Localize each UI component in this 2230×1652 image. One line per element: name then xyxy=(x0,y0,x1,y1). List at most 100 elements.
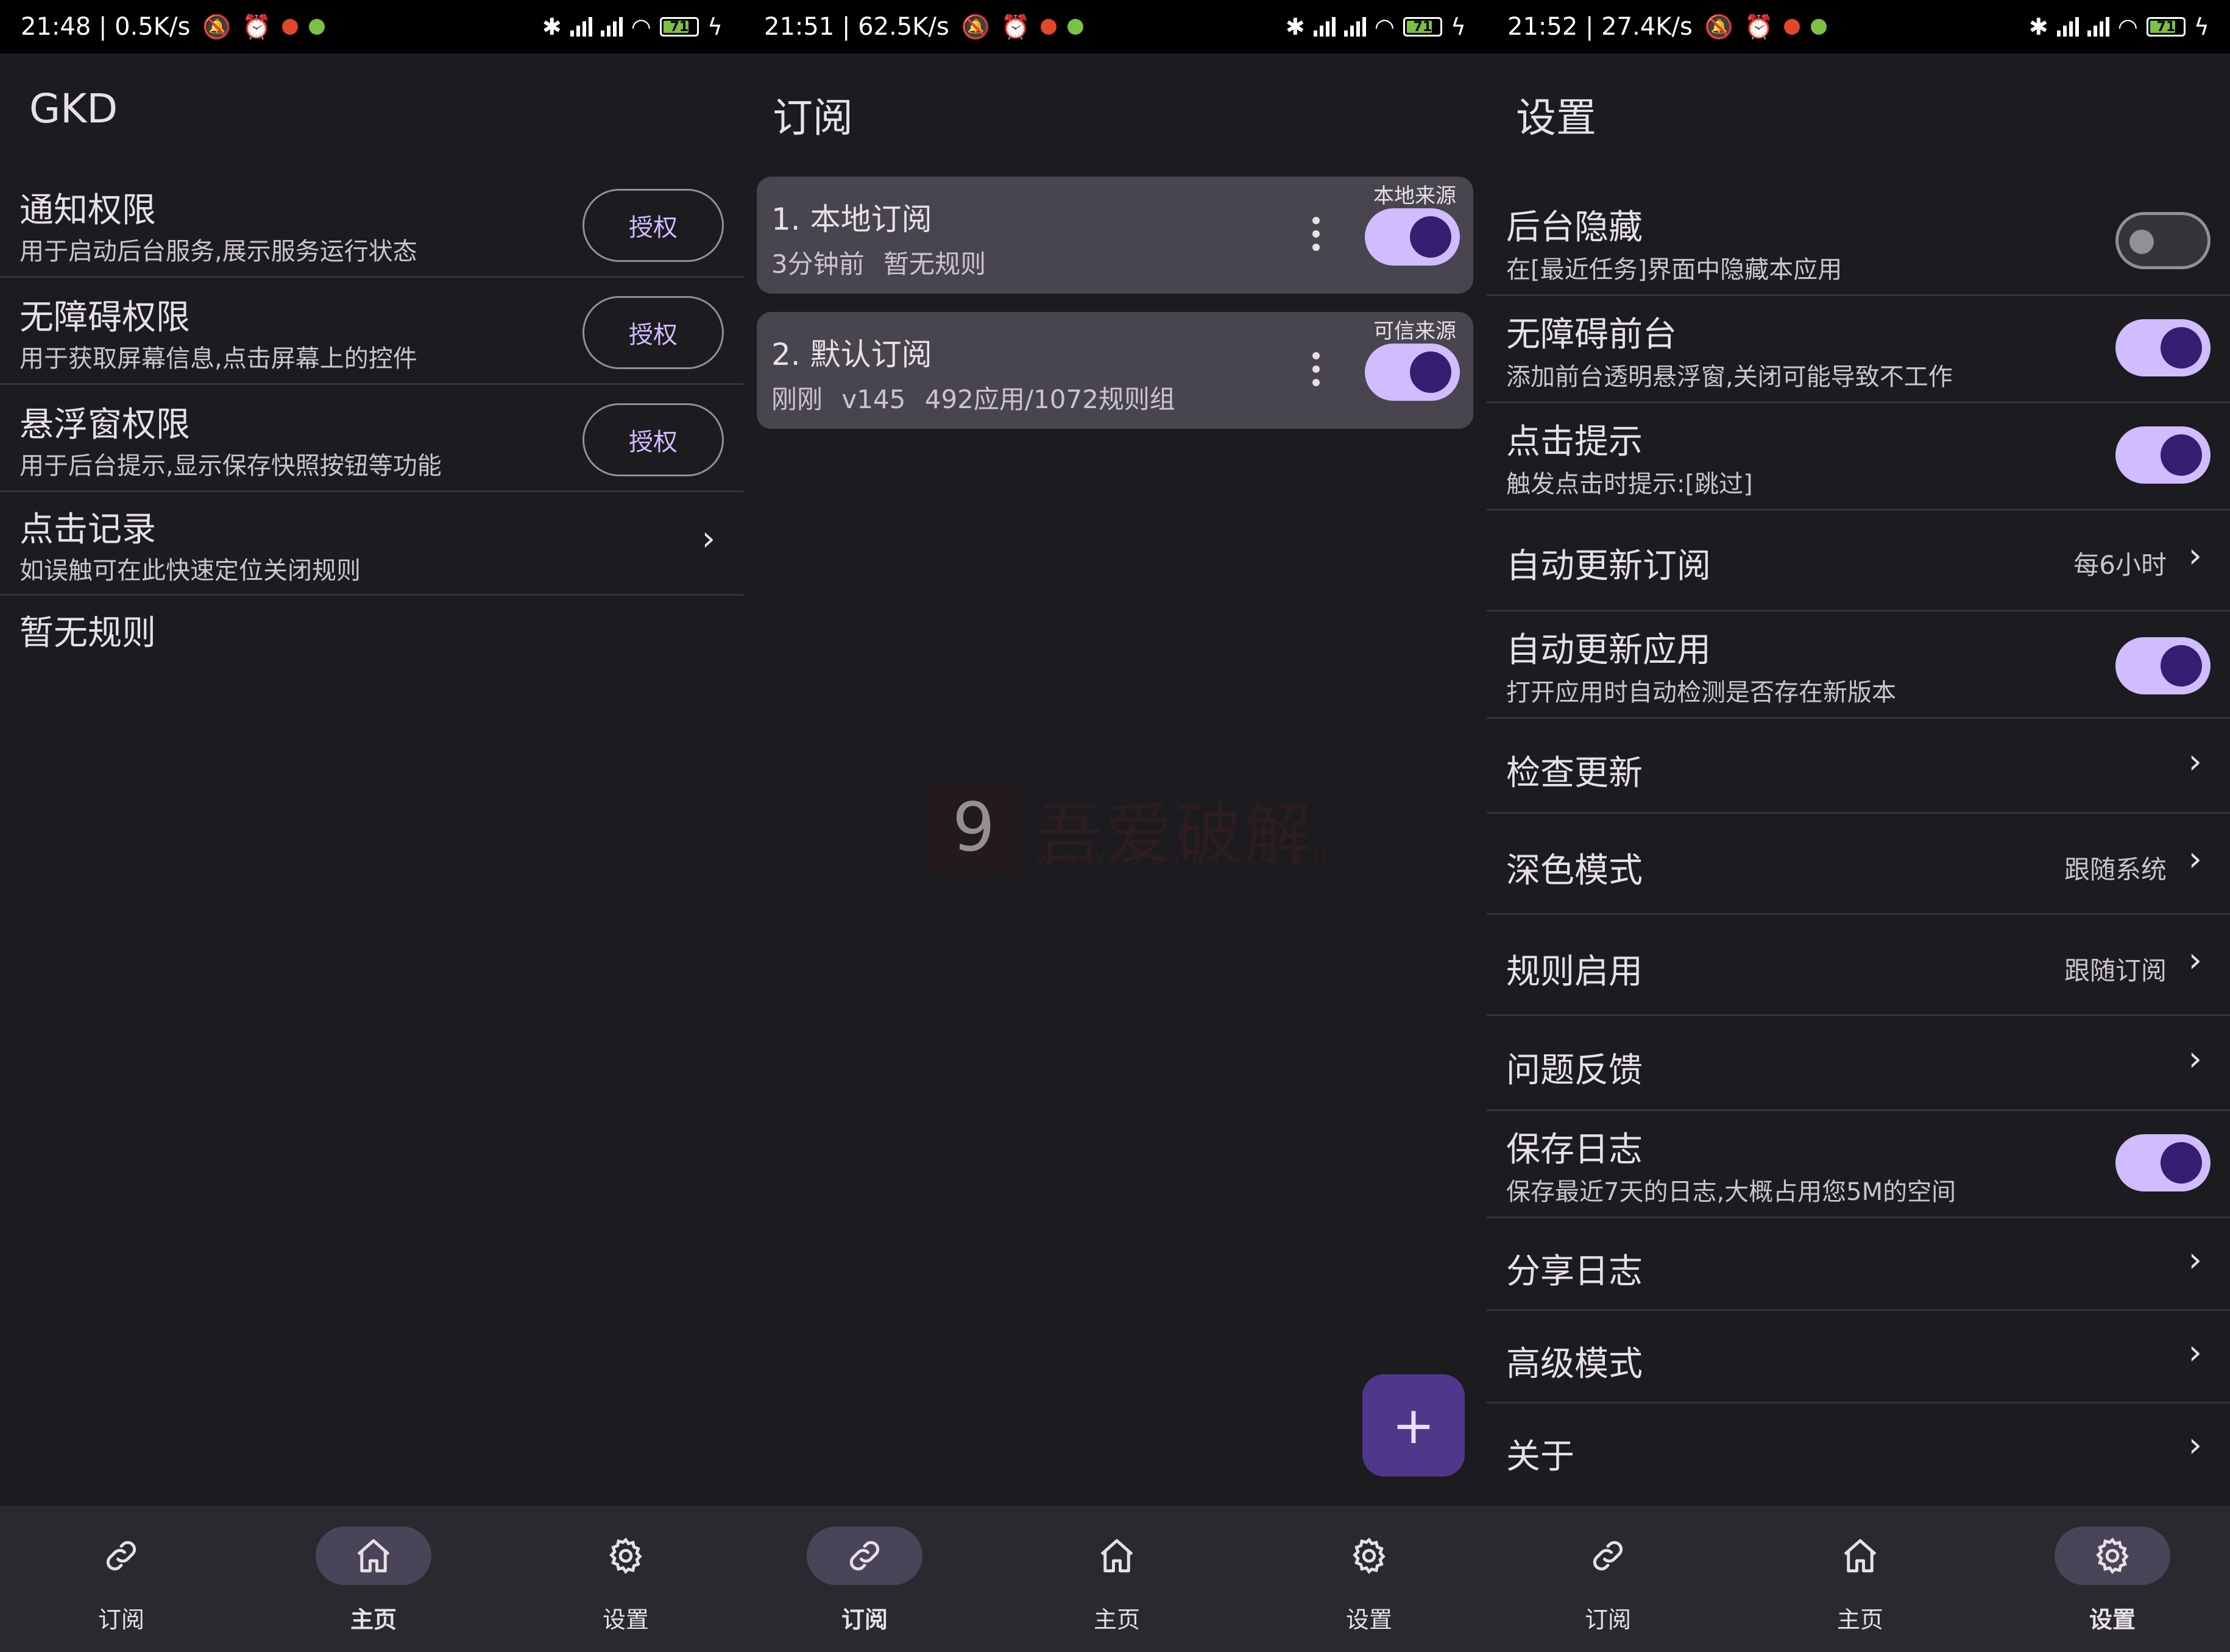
subscriptions-screen: 21:51 | 62.5K/s 🔕 ⏰ ✱ ◠ 71 ϟ 订阅 1. 本地订阅 … xyxy=(743,0,1487,1652)
permission-subtitle: 用于后台提示,显示保存快照按钮等功能 xyxy=(19,452,442,480)
save-log-toggle[interactable] xyxy=(2115,1134,2211,1191)
permission-row-accessibility: 无障碍权限 用于获取屏幕信息,点击屏幕上的控件 授权 xyxy=(0,278,743,385)
setting-accessibility-foreground[interactable]: 无障碍前台 添加前台透明悬浮窗,关闭可能导致不工作 xyxy=(1487,296,2230,403)
mute-icon: 🔕 xyxy=(1704,13,1734,40)
grant-overlay-button[interactable]: 授权 xyxy=(582,403,724,476)
nav-tab-subscriptions[interactable]: 订阅 xyxy=(39,1527,197,1636)
charging-icon: ϟ xyxy=(2193,13,2209,40)
setting-check-update[interactable]: 检查更新 › xyxy=(1487,719,2230,814)
signal-icon xyxy=(600,17,623,37)
chevron-right-icon: › xyxy=(2188,941,2202,980)
gear-icon xyxy=(1353,1537,1386,1574)
bottom-navigation: 订阅 主页 设置 xyxy=(1487,1506,2230,1652)
permission-row-notification: 通知权限 用于启动后台服务,展示服务运行状态 授权 xyxy=(0,171,743,278)
setting-about[interactable]: 关于 › xyxy=(1487,1403,2230,1496)
setting-share-log[interactable]: 分享日志 › xyxy=(1487,1218,2230,1311)
charging-icon: ϟ xyxy=(707,13,723,40)
page-title: 设置 xyxy=(1516,94,1596,141)
permission-title: 悬浮窗权限 xyxy=(19,405,190,445)
chevron-right-icon: › xyxy=(2188,1039,2202,1079)
wifi-icon: ◠ xyxy=(2117,13,2138,40)
notification-dot-icon xyxy=(1784,19,1800,35)
setting-auto-update-app[interactable]: 自动更新应用 打开应用时自动检测是否存在新版本 xyxy=(1487,612,2230,719)
alarm-icon: ⏰ xyxy=(242,13,271,40)
status-time: 21:51 | 62.5K/s xyxy=(764,13,949,41)
setting-save-log[interactable]: 保存日志 保存最近7天的日志,大概占用您5M的空间 xyxy=(1487,1111,2230,1218)
grant-accessibility-button[interactable]: 授权 xyxy=(582,296,724,369)
subscription-toggle[interactable] xyxy=(1365,344,1460,401)
home-icon xyxy=(1844,1539,1877,1573)
subscription-toggle[interactable] xyxy=(1365,208,1460,266)
setting-feedback[interactable]: 问题反馈 › xyxy=(1487,1016,2230,1111)
bluetooth-icon: ✱ xyxy=(542,13,562,40)
bottom-navigation: 订阅 主页 设置 xyxy=(0,1506,743,1652)
subscription-title: 2. 默认订阅 xyxy=(771,337,932,372)
alarm-icon: ⏰ xyxy=(1001,13,1030,40)
wifi-icon: ◠ xyxy=(1374,13,1395,40)
notification-dot-icon xyxy=(1041,19,1057,35)
chevron-right-icon: › xyxy=(2188,1333,2202,1372)
mute-icon: 🔕 xyxy=(202,13,232,40)
click-hint-toggle[interactable] xyxy=(2115,426,2211,484)
nav-tab-home[interactable]: 主页 xyxy=(291,1527,450,1636)
subscription-card-default[interactable]: 2. 默认订阅 刚刚 v145 492应用/1072规则组 可信来源 xyxy=(757,312,1473,429)
status-time: 21:52 | 27.4K/s xyxy=(1507,13,1693,41)
link-icon xyxy=(1593,1541,1623,1571)
permission-title: 通知权限 xyxy=(19,191,156,230)
home-icon xyxy=(1100,1539,1133,1573)
hide-background-toggle[interactable] xyxy=(2115,212,2211,269)
app-notification-icon xyxy=(309,19,325,35)
nav-tab-home[interactable]: 主页 xyxy=(1035,1527,1193,1636)
nav-tab-settings[interactable]: 设置 xyxy=(543,1527,702,1636)
signal-icon xyxy=(1313,17,1336,37)
settings-screen: 21:52 | 27.4K/s 🔕 ⏰ ✱ ◠ 71 ϟ 设置 后台隐藏 在[最… xyxy=(1487,0,2230,1652)
nav-tab-settings[interactable]: 设置 xyxy=(1287,1527,1445,1636)
status-time: 21:48 | 0.5K/s xyxy=(21,13,191,41)
setting-hide-background[interactable]: 后台隐藏 在[最近任务]界面中隐藏本应用 xyxy=(1487,189,2230,296)
subscription-subtitle: 刚刚 v145 492应用/1072规则组 xyxy=(771,384,1175,414)
watermark-logo: 9 xyxy=(926,780,1021,875)
click-log-title: 点击记录 xyxy=(19,510,156,549)
add-subscription-button[interactable]: + xyxy=(1362,1374,1465,1477)
more-options-icon[interactable] xyxy=(1312,217,1321,251)
signal-icon xyxy=(2056,17,2079,37)
chevron-right-icon: › xyxy=(2188,536,2202,576)
nav-tab-settings[interactable]: 设置 xyxy=(2030,1527,2189,1636)
nav-tab-home[interactable]: 主页 xyxy=(1778,1527,1936,1636)
app-notification-icon xyxy=(1067,19,1084,35)
setting-advanced-mode[interactable]: 高级模式 › xyxy=(1487,1311,2230,1403)
battery-icon: 71 xyxy=(1403,17,1442,37)
nav-tab-subscriptions[interactable]: 订阅 xyxy=(1526,1527,1684,1636)
setting-auto-update-subscription[interactable]: 自动更新订阅 每6小时 › xyxy=(1487,510,2230,612)
setting-dark-mode[interactable]: 深色模式 跟随系统 › xyxy=(1487,814,2230,915)
permission-subtitle: 用于获取屏幕信息,点击屏幕上的控件 xyxy=(19,345,417,373)
bluetooth-icon: ✱ xyxy=(1285,13,1305,40)
subscription-subtitle: 3分钟前 暂无规则 xyxy=(771,249,986,279)
more-options-icon[interactable] xyxy=(1312,352,1321,386)
gear-icon xyxy=(609,1537,642,1574)
setting-value: 跟随订阅 xyxy=(2064,956,2167,986)
accessibility-foreground-toggle[interactable] xyxy=(2115,319,2211,376)
nav-tab-subscriptions[interactable]: 订阅 xyxy=(782,1527,941,1636)
app-notification-icon xyxy=(1811,19,1827,35)
permission-row-overlay: 悬浮窗权限 用于后台提示,显示保存快照按钮等功能 授权 xyxy=(0,385,743,492)
setting-click-hint[interactable]: 点击提示 触发点击时提示:[跳过] xyxy=(1487,403,2230,510)
grant-notification-button[interactable]: 授权 xyxy=(582,189,724,262)
status-bar: 21:48 | 0.5K/s 🔕 ⏰ ✱ ◠ 71 ϟ xyxy=(0,0,743,54)
chevron-right-icon: › xyxy=(2188,1240,2202,1280)
subscription-card-local[interactable]: 1. 本地订阅 3分钟前 暂无规则 本地来源 xyxy=(757,177,1473,294)
status-bar: 21:51 | 62.5K/s 🔕 ⏰ ✱ ◠ 71 ϟ xyxy=(743,0,1487,54)
status-bar: 21:52 | 27.4K/s 🔕 ⏰ ✱ ◠ 71 ϟ xyxy=(1487,0,2230,54)
click-log-row[interactable]: 点击记录 如误触可在此快速定位关闭规则 › xyxy=(0,492,743,596)
watermark-url: WWW.52YBCJ.COM xyxy=(1036,850,1338,869)
chevron-right-icon: › xyxy=(2188,742,2202,782)
subscription-source-tag: 可信来源 xyxy=(1373,319,1456,344)
signal-icon xyxy=(1343,17,1366,37)
auto-update-app-toggle[interactable] xyxy=(2115,637,2211,694)
permission-subtitle: 用于启动后台服务,展示服务运行状态 xyxy=(19,238,417,266)
chevron-right-icon: › xyxy=(2188,1425,2202,1465)
setting-value: 跟随系统 xyxy=(2064,855,2167,884)
battery-icon: 71 xyxy=(2146,17,2186,37)
setting-rule-enable[interactable]: 规则启用 跟随订阅 › xyxy=(1487,915,2230,1016)
battery-icon: 71 xyxy=(659,17,699,37)
